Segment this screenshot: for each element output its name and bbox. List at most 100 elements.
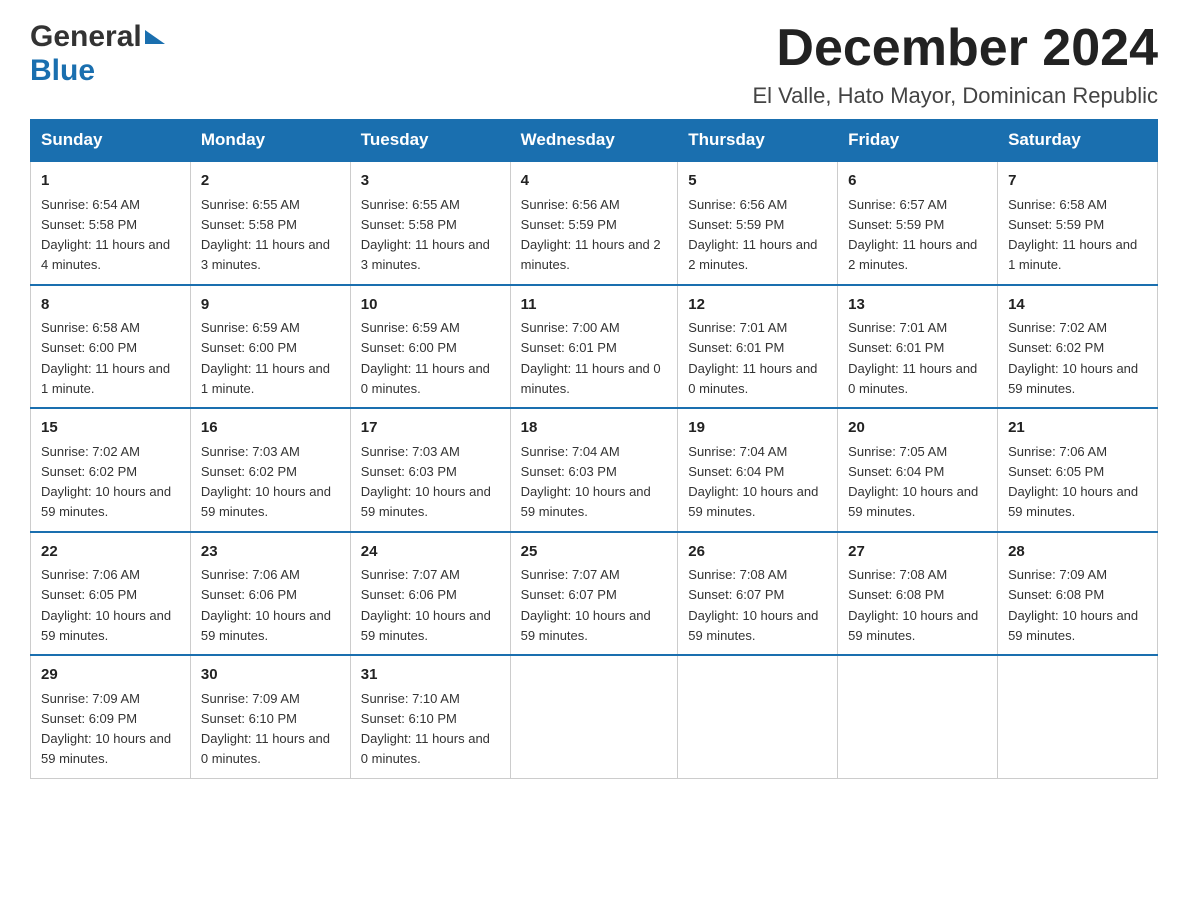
day-info: Sunrise: 7:02 AMSunset: 6:02 PMDaylight:… xyxy=(41,444,171,520)
calendar-cell: 1 Sunrise: 6:54 AMSunset: 5:58 PMDayligh… xyxy=(31,161,191,285)
day-number: 4 xyxy=(521,170,668,193)
day-number: 13 xyxy=(848,294,987,317)
day-info: Sunrise: 6:55 AMSunset: 5:58 PMDaylight:… xyxy=(361,197,490,273)
calendar-cell xyxy=(678,655,838,778)
calendar-cell: 25 Sunrise: 7:07 AMSunset: 6:07 PMDaylig… xyxy=(510,532,678,656)
day-info: Sunrise: 7:09 AMSunset: 6:08 PMDaylight:… xyxy=(1008,567,1138,643)
subtitle: El Valle, Hato Mayor, Dominican Republic xyxy=(752,83,1158,109)
calendar-cell: 8 Sunrise: 6:58 AMSunset: 6:00 PMDayligh… xyxy=(31,285,191,409)
day-number: 29 xyxy=(41,664,180,687)
calendar-cell: 13 Sunrise: 7:01 AMSunset: 6:01 PMDaylig… xyxy=(838,285,998,409)
col-wednesday: Wednesday xyxy=(510,120,678,162)
day-number: 9 xyxy=(201,294,340,317)
calendar-cell: 20 Sunrise: 7:05 AMSunset: 6:04 PMDaylig… xyxy=(838,408,998,532)
day-info: Sunrise: 7:06 AMSunset: 6:06 PMDaylight:… xyxy=(201,567,331,643)
main-title: December 2024 xyxy=(752,20,1158,77)
calendar-table: Sunday Monday Tuesday Wednesday Thursday… xyxy=(30,119,1158,779)
calendar-cell: 28 Sunrise: 7:09 AMSunset: 6:08 PMDaylig… xyxy=(998,532,1158,656)
day-number: 30 xyxy=(201,664,340,687)
day-info: Sunrise: 6:58 AMSunset: 5:59 PMDaylight:… xyxy=(1008,197,1137,273)
col-friday: Friday xyxy=(838,120,998,162)
day-info: Sunrise: 7:04 AMSunset: 6:03 PMDaylight:… xyxy=(521,444,651,520)
day-info: Sunrise: 6:59 AMSunset: 6:00 PMDaylight:… xyxy=(361,320,490,396)
day-number: 26 xyxy=(688,541,827,564)
col-monday: Monday xyxy=(190,120,350,162)
calendar-cell: 19 Sunrise: 7:04 AMSunset: 6:04 PMDaylig… xyxy=(678,408,838,532)
day-info: Sunrise: 7:07 AMSunset: 6:06 PMDaylight:… xyxy=(361,567,491,643)
calendar-cell: 30 Sunrise: 7:09 AMSunset: 6:10 PMDaylig… xyxy=(190,655,350,778)
calendar-week-1: 1 Sunrise: 6:54 AMSunset: 5:58 PMDayligh… xyxy=(31,161,1158,285)
day-info: Sunrise: 7:10 AMSunset: 6:10 PMDaylight:… xyxy=(361,691,490,767)
calendar-week-5: 29 Sunrise: 7:09 AMSunset: 6:09 PMDaylig… xyxy=(31,655,1158,778)
day-number: 10 xyxy=(361,294,500,317)
calendar-body: 1 Sunrise: 6:54 AMSunset: 5:58 PMDayligh… xyxy=(31,161,1158,778)
day-info: Sunrise: 7:05 AMSunset: 6:04 PMDaylight:… xyxy=(848,444,978,520)
day-info: Sunrise: 6:56 AMSunset: 5:59 PMDaylight:… xyxy=(521,197,661,273)
day-number: 23 xyxy=(201,541,340,564)
calendar-cell: 27 Sunrise: 7:08 AMSunset: 6:08 PMDaylig… xyxy=(838,532,998,656)
day-info: Sunrise: 6:54 AMSunset: 5:58 PMDaylight:… xyxy=(41,197,170,273)
calendar-cell: 3 Sunrise: 6:55 AMSunset: 5:58 PMDayligh… xyxy=(350,161,510,285)
calendar-cell: 14 Sunrise: 7:02 AMSunset: 6:02 PMDaylig… xyxy=(998,285,1158,409)
day-number: 1 xyxy=(41,170,180,193)
calendar-week-4: 22 Sunrise: 7:06 AMSunset: 6:05 PMDaylig… xyxy=(31,532,1158,656)
calendar-cell: 5 Sunrise: 6:56 AMSunset: 5:59 PMDayligh… xyxy=(678,161,838,285)
day-number: 27 xyxy=(848,541,987,564)
logo-blue-text: Blue xyxy=(30,54,95,88)
day-info: Sunrise: 6:55 AMSunset: 5:58 PMDaylight:… xyxy=(201,197,330,273)
day-info: Sunrise: 6:59 AMSunset: 6:00 PMDaylight:… xyxy=(201,320,330,396)
day-info: Sunrise: 6:57 AMSunset: 5:59 PMDaylight:… xyxy=(848,197,977,273)
day-info: Sunrise: 7:06 AMSunset: 6:05 PMDaylight:… xyxy=(1008,444,1138,520)
calendar-cell: 10 Sunrise: 6:59 AMSunset: 6:00 PMDaylig… xyxy=(350,285,510,409)
day-info: Sunrise: 7:01 AMSunset: 6:01 PMDaylight:… xyxy=(688,320,817,396)
day-info: Sunrise: 7:03 AMSunset: 6:03 PMDaylight:… xyxy=(361,444,491,520)
calendar-header: Sunday Monday Tuesday Wednesday Thursday… xyxy=(31,120,1158,162)
day-number: 3 xyxy=(361,170,500,193)
day-info: Sunrise: 7:04 AMSunset: 6:04 PMDaylight:… xyxy=(688,444,818,520)
col-tuesday: Tuesday xyxy=(350,120,510,162)
col-sunday: Sunday xyxy=(31,120,191,162)
day-number: 22 xyxy=(41,541,180,564)
day-number: 15 xyxy=(41,417,180,440)
day-number: 7 xyxy=(1008,170,1147,193)
day-info: Sunrise: 7:02 AMSunset: 6:02 PMDaylight:… xyxy=(1008,320,1138,396)
calendar-cell: 18 Sunrise: 7:04 AMSunset: 6:03 PMDaylig… xyxy=(510,408,678,532)
day-number: 12 xyxy=(688,294,827,317)
calendar-cell: 11 Sunrise: 7:00 AMSunset: 6:01 PMDaylig… xyxy=(510,285,678,409)
day-info: Sunrise: 7:07 AMSunset: 6:07 PMDaylight:… xyxy=(521,567,651,643)
calendar-cell: 26 Sunrise: 7:08 AMSunset: 6:07 PMDaylig… xyxy=(678,532,838,656)
day-info: Sunrise: 7:01 AMSunset: 6:01 PMDaylight:… xyxy=(848,320,977,396)
day-info: Sunrise: 7:03 AMSunset: 6:02 PMDaylight:… xyxy=(201,444,331,520)
day-number: 14 xyxy=(1008,294,1147,317)
day-number: 8 xyxy=(41,294,180,317)
day-number: 6 xyxy=(848,170,987,193)
col-saturday: Saturday xyxy=(998,120,1158,162)
day-number: 11 xyxy=(521,294,668,317)
calendar-cell xyxy=(838,655,998,778)
calendar-week-2: 8 Sunrise: 6:58 AMSunset: 6:00 PMDayligh… xyxy=(31,285,1158,409)
day-info: Sunrise: 7:08 AMSunset: 6:08 PMDaylight:… xyxy=(848,567,978,643)
calendar-cell: 21 Sunrise: 7:06 AMSunset: 6:05 PMDaylig… xyxy=(998,408,1158,532)
calendar-week-3: 15 Sunrise: 7:02 AMSunset: 6:02 PMDaylig… xyxy=(31,408,1158,532)
day-info: Sunrise: 6:58 AMSunset: 6:00 PMDaylight:… xyxy=(41,320,170,396)
calendar-cell: 31 Sunrise: 7:10 AMSunset: 6:10 PMDaylig… xyxy=(350,655,510,778)
day-info: Sunrise: 7:09 AMSunset: 6:10 PMDaylight:… xyxy=(201,691,330,767)
day-number: 20 xyxy=(848,417,987,440)
day-number: 5 xyxy=(688,170,827,193)
day-info: Sunrise: 7:06 AMSunset: 6:05 PMDaylight:… xyxy=(41,567,171,643)
logo: General Blue xyxy=(30,20,165,88)
calendar-cell: 29 Sunrise: 7:09 AMSunset: 6:09 PMDaylig… xyxy=(31,655,191,778)
day-number: 24 xyxy=(361,541,500,564)
day-number: 16 xyxy=(201,417,340,440)
calendar-cell: 4 Sunrise: 6:56 AMSunset: 5:59 PMDayligh… xyxy=(510,161,678,285)
calendar-cell: 17 Sunrise: 7:03 AMSunset: 6:03 PMDaylig… xyxy=(350,408,510,532)
day-info: Sunrise: 6:56 AMSunset: 5:59 PMDaylight:… xyxy=(688,197,817,273)
day-number: 17 xyxy=(361,417,500,440)
day-number: 25 xyxy=(521,541,668,564)
day-number: 2 xyxy=(201,170,340,193)
calendar-cell: 2 Sunrise: 6:55 AMSunset: 5:58 PMDayligh… xyxy=(190,161,350,285)
calendar-cell xyxy=(510,655,678,778)
calendar-cell: 23 Sunrise: 7:06 AMSunset: 6:06 PMDaylig… xyxy=(190,532,350,656)
logo-arrow-icon xyxy=(145,30,165,44)
day-number: 18 xyxy=(521,417,668,440)
